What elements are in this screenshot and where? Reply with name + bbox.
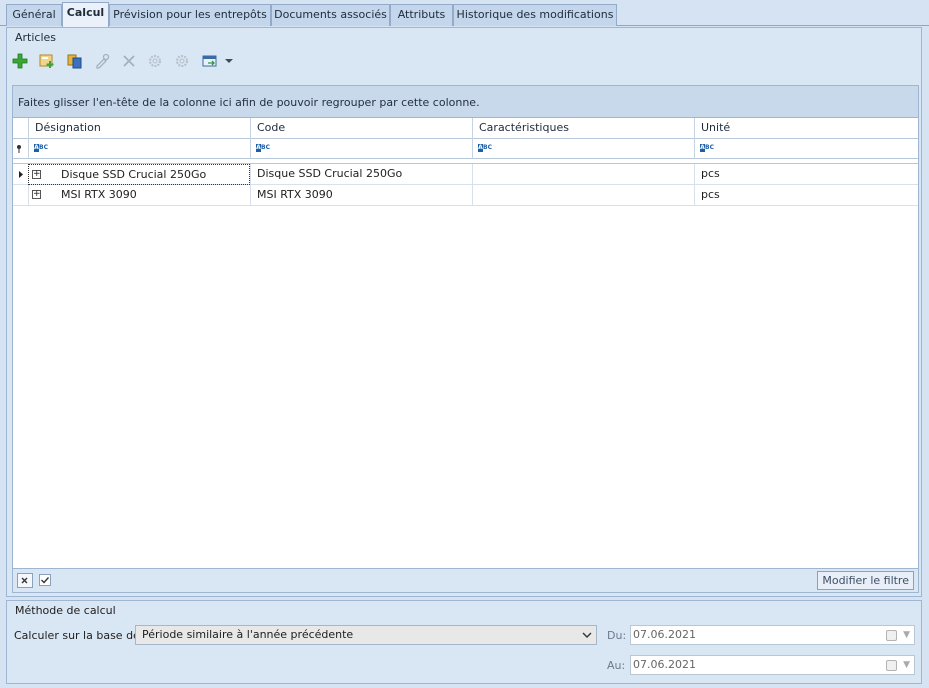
- tab-calcul[interactable]: Calcul: [62, 2, 109, 27]
- filter-code[interactable]: ABC: [250, 139, 472, 159]
- methode-panel: Méthode de calcul Calculer sur la base d…: [6, 600, 922, 684]
- tab-general[interactable]: Général: [6, 4, 62, 26]
- du-date-value: 07.06.2021: [633, 628, 696, 641]
- abc-filter-icon: ABC: [34, 144, 48, 152]
- abc-filter-icon: ABC: [256, 144, 270, 152]
- cell-caracteristiques[interactable]: [472, 185, 694, 206]
- settings-icon[interactable]: [146, 52, 164, 70]
- grid-header: Désignation Code Caractéristiques Unité: [13, 118, 918, 139]
- filter-caracteristiques[interactable]: ABC: [472, 139, 694, 159]
- cell-caracteristiques[interactable]: [472, 164, 694, 185]
- cell-designation[interactable]: + MSI RTX 3090: [28, 185, 250, 206]
- column-header-caracteristiques[interactable]: Caractéristiques: [472, 118, 694, 139]
- filter-enabled-checkbox[interactable]: [37, 573, 53, 588]
- cell-unite[interactable]: pcs: [694, 185, 918, 206]
- filter-unite[interactable]: ABC: [694, 139, 918, 159]
- table-row[interactable]: + Disque SSD Crucial 250Go Disque SSD Cr…: [13, 164, 918, 185]
- grid-footer: Modifier le filtre: [12, 569, 919, 593]
- modify-filter-button[interactable]: Modifier le filtre: [817, 571, 914, 590]
- expand-icon[interactable]: +: [32, 190, 41, 199]
- filter-row: ABC ABC ABC ABC: [13, 139, 918, 159]
- articles-grid: Désignation Code Caractéristiques Unité …: [12, 117, 919, 569]
- designation-text: Disque SSD Crucial 250Go: [61, 168, 207, 181]
- cell-code[interactable]: Disque SSD Crucial 250Go: [250, 164, 472, 185]
- tab-attributs[interactable]: Attributs: [390, 4, 453, 26]
- copy-icon[interactable]: [66, 52, 84, 70]
- calendar-icon[interactable]: [886, 660, 897, 671]
- table-row[interactable]: + MSI RTX 3090 MSI RTX 3090 pcs: [13, 185, 918, 206]
- column-header-designation[interactable]: Désignation: [28, 118, 250, 139]
- add-icon[interactable]: [11, 52, 29, 70]
- filter-designation[interactable]: ABC: [28, 139, 250, 159]
- abc-filter-icon: ABC: [700, 144, 714, 152]
- basis-select[interactable]: Période similaire à l'année précédente: [135, 625, 597, 645]
- cell-designation[interactable]: + Disque SSD Crucial 250Go: [28, 164, 250, 185]
- tab-documents[interactable]: Documents associés: [271, 4, 390, 26]
- expand-icon[interactable]: +: [32, 170, 41, 179]
- basis-value: Période similaire à l'année précédente: [142, 628, 354, 641]
- clear-filter-button[interactable]: [17, 573, 33, 588]
- export-icon[interactable]: [200, 52, 236, 70]
- articles-title: Articles: [15, 31, 57, 44]
- au-date-value: 07.06.2021: [633, 658, 696, 671]
- du-label: Du:: [607, 629, 627, 642]
- chevron-down-icon[interactable]: ▼: [903, 656, 910, 674]
- add-from-catalog-icon[interactable]: [38, 52, 56, 70]
- methode-title: Méthode de calcul: [15, 604, 116, 617]
- column-header-unite[interactable]: Unité: [694, 118, 918, 139]
- au-label: Au:: [607, 659, 626, 672]
- settings-alt-icon[interactable]: [173, 52, 191, 70]
- chevron-down-icon[interactable]: ▼: [903, 626, 910, 644]
- row-indicator-header: [13, 118, 28, 139]
- delete-icon[interactable]: [120, 52, 138, 70]
- designation-text: MSI RTX 3090: [61, 188, 137, 201]
- abc-filter-icon: ABC: [478, 144, 492, 152]
- chevron-down-icon: [582, 626, 592, 651]
- cell-code[interactable]: MSI RTX 3090: [250, 185, 472, 206]
- au-date-field[interactable]: 07.06.2021 ▼: [630, 655, 915, 675]
- column-header-code[interactable]: Code: [250, 118, 472, 139]
- du-date-field[interactable]: 07.06.2021 ▼: [630, 625, 915, 645]
- tab-prevision[interactable]: Prévision pour les entrepôts: [109, 4, 271, 26]
- edit-icon[interactable]: [93, 52, 111, 70]
- calendar-icon[interactable]: [886, 630, 897, 641]
- tab-historique[interactable]: Historique des modifications: [453, 4, 617, 26]
- basis-label: Calculer sur la base de:: [14, 629, 144, 642]
- tab-strip: Général Calcul Prévision pour les entrep…: [0, 0, 929, 27]
- pin-icon: [13, 139, 28, 159]
- group-by-hint: Faites glisser l'en-tête de la colonne i…: [12, 85, 919, 118]
- row-indicator: [13, 185, 28, 206]
- cell-unite[interactable]: pcs: [694, 164, 918, 185]
- current-row-arrow-icon: [13, 164, 28, 185]
